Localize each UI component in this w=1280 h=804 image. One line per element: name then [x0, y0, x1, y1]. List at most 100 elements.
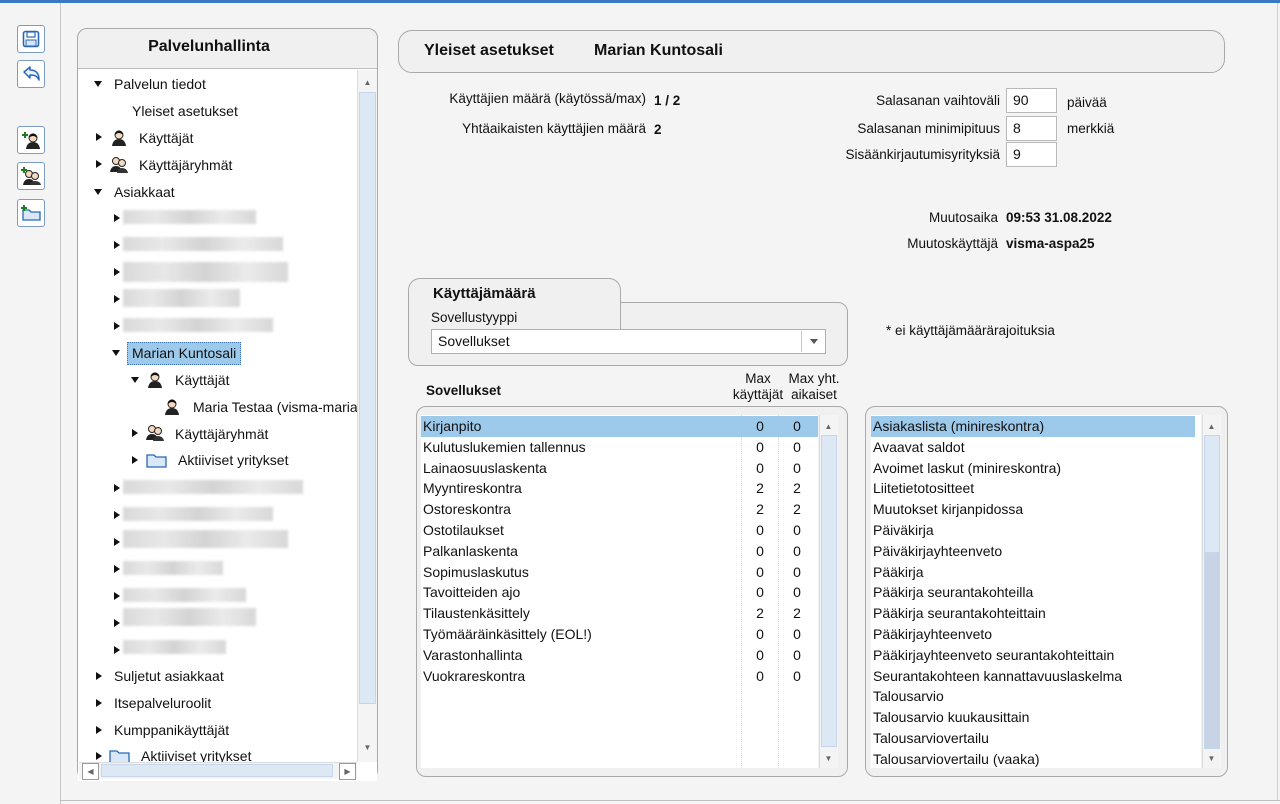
report-row[interactable]: Pääkirjayhteenveto seurantakohteittain — [871, 645, 1195, 666]
report-row[interactable]: Talousarviovertailu — [871, 728, 1195, 749]
max-users-value[interactable]: 0 — [745, 624, 775, 645]
max-concurrent-value[interactable]: 0 — [782, 645, 812, 666]
redacted-customer[interactable] — [123, 237, 283, 251]
report-row[interactable]: Pääkirja seurantakohteittain — [871, 603, 1195, 624]
max-users-value[interactable]: 2 — [745, 499, 775, 520]
expand-arrow-icon[interactable] — [114, 214, 120, 222]
add-company-button[interactable] — [17, 199, 45, 227]
app-type-select[interactable]: Sovellukset — [431, 329, 826, 354]
expand-arrow-icon[interactable] — [114, 592, 120, 600]
max-users-value[interactable]: 0 — [745, 520, 775, 541]
expand-arrow-icon[interactable] — [114, 268, 120, 276]
app-row[interactable]: Sopimuslaskutus 0 0 — [421, 562, 818, 583]
tree-item-user-maria[interactable]: Maria Testaa (visma-maria — [193, 396, 357, 418]
tree-item-closed-customers[interactable]: Suljetut asiakkaat — [114, 665, 224, 687]
tree-item-active-companies[interactable]: Aktiiviset yritykset — [178, 449, 288, 471]
redacted-customer[interactable] — [123, 588, 246, 602]
expand-arrow-icon[interactable] — [96, 672, 102, 680]
expand-arrow-icon[interactable] — [114, 295, 120, 303]
max-users-value[interactable]: 0 — [745, 437, 775, 458]
max-concurrent-value[interactable]: 0 — [782, 458, 812, 479]
report-row[interactable]: Seurantakohteen kannattavuuslaskelma — [871, 666, 1195, 687]
app-row[interactable]: Vuokrareskontra 0 0 — [421, 666, 818, 687]
max-concurrent-value[interactable]: 0 — [782, 520, 812, 541]
expand-arrow-icon[interactable] — [114, 565, 120, 573]
collapse-arrow-icon[interactable] — [112, 350, 120, 356]
expand-arrow-icon[interactable] — [114, 646, 120, 654]
max-users-value[interactable]: 0 — [745, 562, 775, 583]
app-row[interactable]: Myyntireskontra 2 2 — [421, 478, 818, 499]
max-concurrent-value[interactable]: 0 — [782, 437, 812, 458]
redacted-customer[interactable] — [123, 608, 256, 626]
report-row[interactable]: Asiakaslista (minireskontra) — [871, 416, 1195, 437]
tree-item-self-service-roles[interactable]: Itsepalveluroolit — [114, 692, 211, 714]
login-attempts-input[interactable]: 9 — [1006, 142, 1057, 167]
report-row[interactable]: Muutokset kirjanpidossa — [871, 499, 1195, 520]
max-concurrent-value[interactable]: 0 — [782, 562, 812, 583]
scroll-left-icon[interactable]: ◀ — [82, 763, 99, 780]
report-row[interactable]: Päiväkirjayhteenveto — [871, 541, 1195, 562]
dropdown-button[interactable] — [801, 331, 825, 352]
max-concurrent-value[interactable]: 0 — [782, 582, 812, 603]
tree-item-active-companies-2[interactable]: Aktiiviset yritykset — [141, 745, 251, 762]
add-user-group-button[interactable] — [17, 162, 45, 190]
report-row[interactable]: Päiväkirja — [871, 520, 1195, 541]
expand-arrow-icon[interactable] — [114, 241, 120, 249]
tree-item-service-info[interactable]: Palvelun tiedot — [114, 73, 206, 95]
tree-item-general-settings[interactable]: Yleiset asetukset — [132, 100, 238, 122]
expand-arrow-icon[interactable] — [114, 484, 120, 492]
expand-arrow-icon[interactable] — [114, 619, 120, 627]
collapse-arrow-icon[interactable] — [94, 189, 102, 195]
expand-arrow-icon[interactable] — [96, 752, 102, 760]
redacted-customer[interactable] — [123, 640, 226, 654]
app-row[interactable]: Ostotilaukset 0 0 — [421, 520, 818, 541]
expand-arrow-icon[interactable] — [96, 699, 102, 707]
tree-item-customer-user-groups[interactable]: Käyttäjäryhmät — [175, 423, 268, 445]
tree-item-customer-users[interactable]: Käyttäjät — [175, 369, 229, 391]
scroll-up-icon[interactable]: ▲ — [360, 75, 375, 90]
horizontal-scroll-thumb[interactable] — [101, 764, 333, 777]
report-row[interactable]: Talousarvio kuukausittain — [871, 707, 1195, 728]
app-row[interactable]: Palkanlaskenta 0 0 — [421, 541, 818, 562]
password-interval-input[interactable]: 90 — [1006, 88, 1057, 113]
scroll-up-icon[interactable]: ▲ — [821, 419, 836, 434]
max-users-value[interactable]: 0 — [745, 582, 775, 603]
app-row[interactable]: Kulutuslukemien tallennus 0 0 — [421, 437, 818, 458]
max-concurrent-value[interactable]: 0 — [782, 624, 812, 645]
app-row[interactable]: Lainaosuuslaskenta 0 0 — [421, 458, 818, 479]
max-users-value[interactable]: 0 — [745, 458, 775, 479]
max-concurrent-value[interactable]: 2 — [782, 478, 812, 499]
app-row[interactable]: Työmääräinkäsittely (EOL!) 0 0 — [421, 624, 818, 645]
scroll-right-icon[interactable]: ▶ — [339, 763, 356, 780]
app-row[interactable]: Tavoitteiden ajo 0 0 — [421, 582, 818, 603]
max-concurrent-value[interactable]: 2 — [782, 499, 812, 520]
expand-arrow-icon[interactable] — [132, 456, 138, 464]
max-concurrent-value[interactable]: 0 — [782, 416, 812, 437]
redacted-customer[interactable] — [123, 530, 288, 548]
redacted-customer[interactable] — [123, 318, 273, 332]
max-users-value[interactable]: 2 — [745, 603, 775, 624]
app-row[interactable]: Varastonhallinta 0 0 — [421, 645, 818, 666]
password-min-length-input[interactable]: 8 — [1006, 116, 1057, 141]
report-row[interactable]: Talousarvio — [871, 686, 1195, 707]
collapse-arrow-icon[interactable] — [131, 377, 139, 383]
report-row[interactable]: Pääkirjayhteenveto — [871, 624, 1195, 645]
redacted-customer[interactable] — [123, 561, 223, 575]
report-row[interactable]: Avoimet laskut (minireskontra) — [871, 458, 1195, 479]
save-button[interactable] — [17, 25, 45, 53]
redacted-customer[interactable] — [123, 289, 240, 307]
expand-arrow-icon[interactable] — [114, 322, 120, 330]
tree-item-customers[interactable]: Asiakkaat — [114, 181, 175, 203]
scroll-down-icon[interactable]: ▼ — [1204, 751, 1219, 766]
max-users-value[interactable]: 0 — [745, 645, 775, 666]
max-concurrent-value[interactable]: 2 — [782, 603, 812, 624]
tree-item-users[interactable]: Käyttäjät — [139, 127, 193, 149]
expand-arrow-icon[interactable] — [96, 160, 102, 168]
tree-item-partner-users[interactable]: Kumppanikäyttäjät — [114, 719, 229, 741]
expand-arrow-icon[interactable] — [96, 726, 102, 734]
scroll-thumb[interactable] — [359, 92, 376, 704]
collapse-arrow-icon[interactable] — [94, 81, 102, 87]
expand-arrow-icon[interactable] — [114, 538, 120, 546]
app-row[interactable]: Tilaustenkäsittely 2 2 — [421, 603, 818, 624]
tree-vertical-scrollbar[interactable]: ▲ ▼ — [357, 70, 377, 762]
